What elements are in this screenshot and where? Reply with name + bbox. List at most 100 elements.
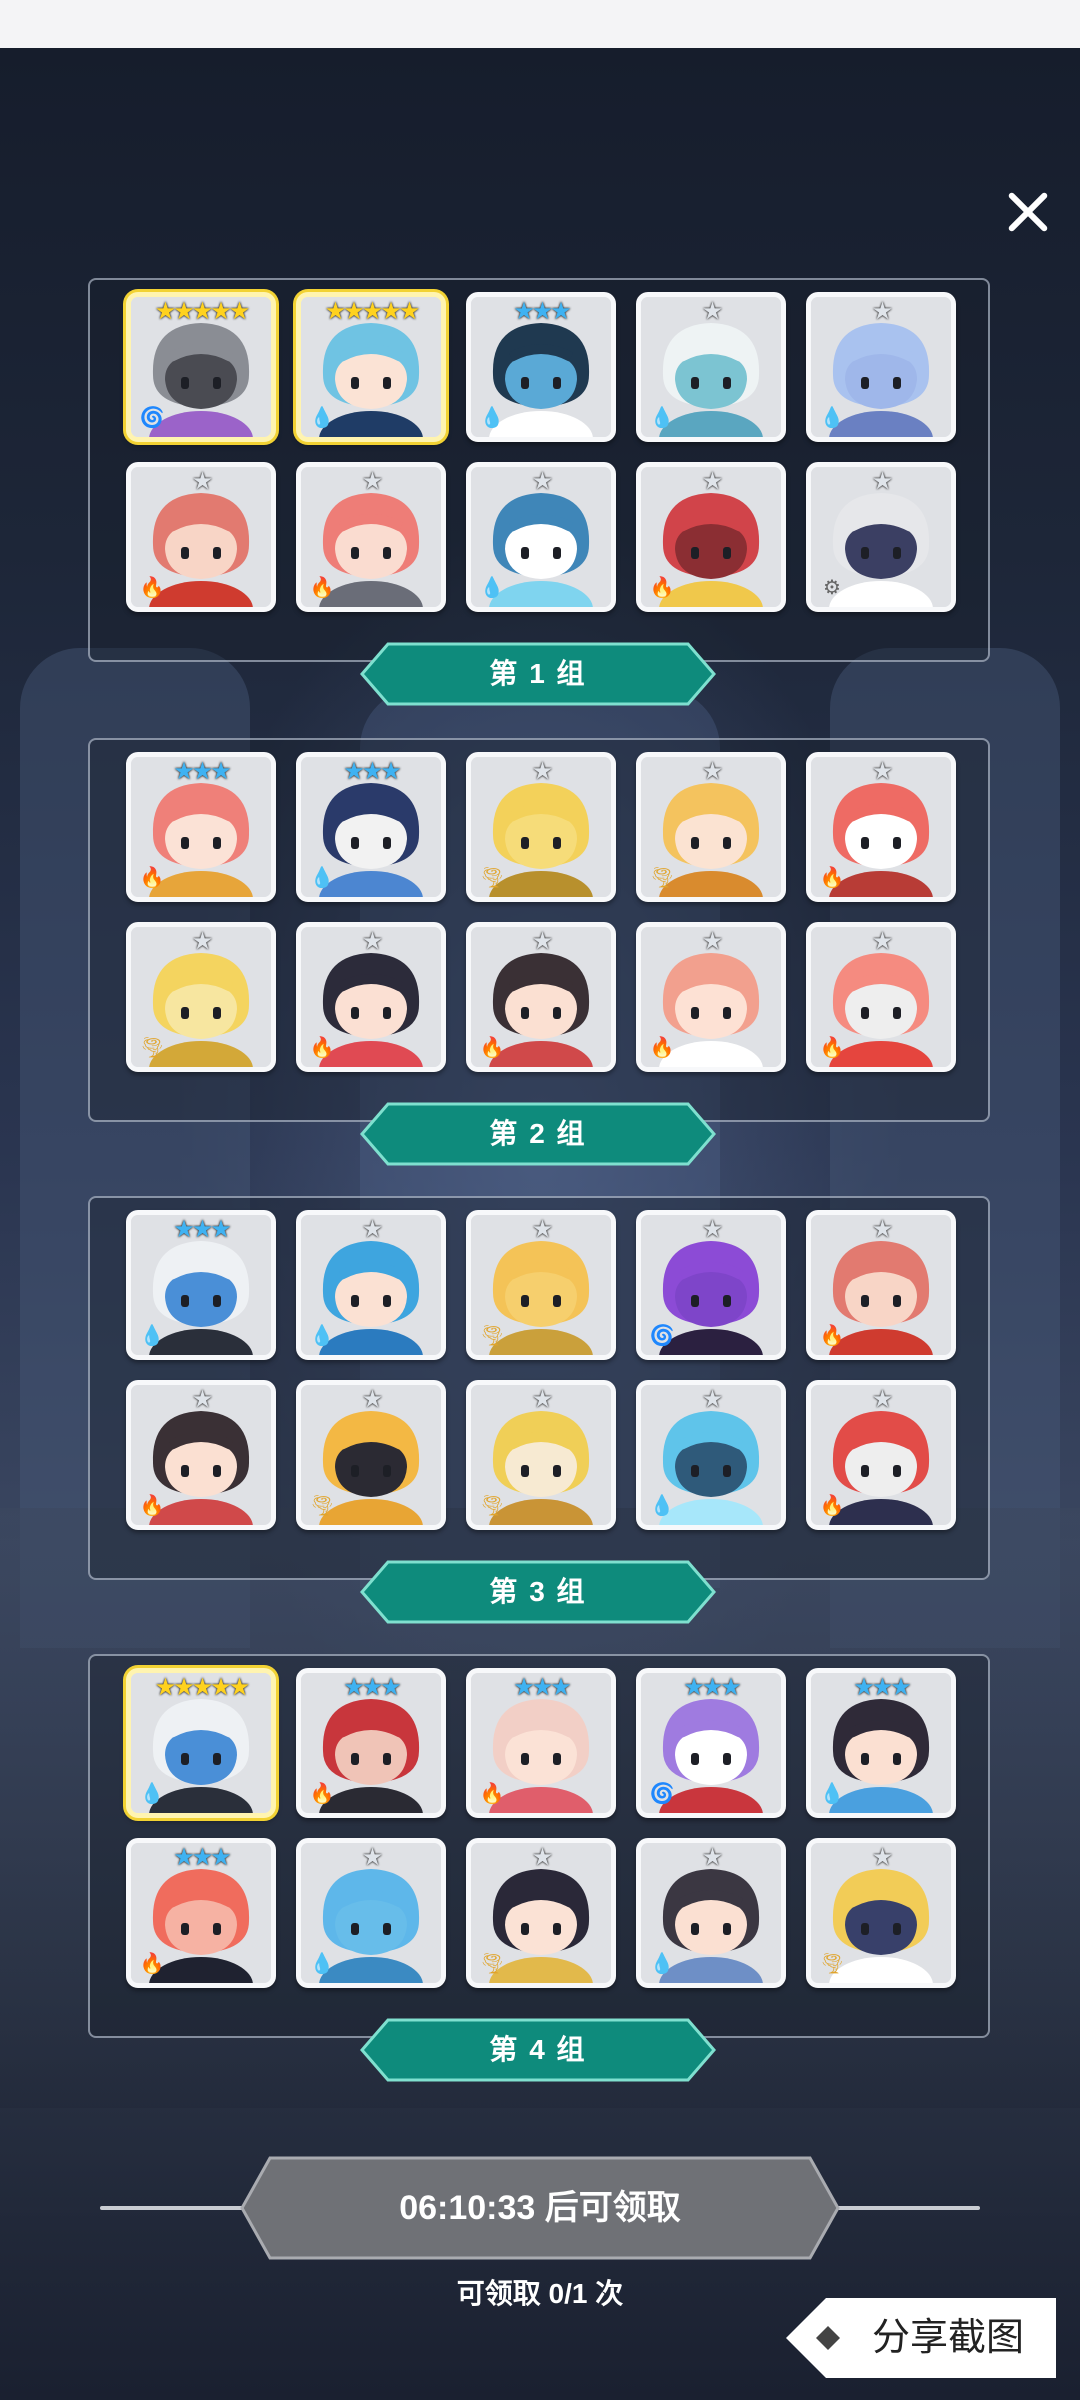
hero-card[interactable]: ★★★ 🔥 <box>126 1838 276 1988</box>
star-rating: ★ <box>701 928 724 955</box>
hero-card[interactable]: ★ 🌪 <box>806 1838 956 1988</box>
hero-group-2: ★★★ 🔥 ★★★ 💧 ★ 🌪 ★ 🌪 ★ 🔥 ★ 🌪 ★ 🔥 ★ 🔥 ★ 🔥 ★ 🔥 <box>88 738 990 1122</box>
star-rating: ★★★ <box>343 758 402 785</box>
group-label-button[interactable]: 第 1 组 <box>360 642 716 706</box>
claim-timer-button[interactable]: 06:10:33 后可领取 <box>240 2156 840 2260</box>
fire-element-icon: 🔥 <box>649 577 675 599</box>
fire-element-icon: 🔥 <box>479 1037 505 1059</box>
hero-card[interactable]: ★ 🌪 <box>466 1838 616 1988</box>
water-element-icon: 💧 <box>309 1953 335 1975</box>
star-rating: ★★★★★ <box>154 1674 251 1701</box>
star-rating: ★ <box>531 1386 554 1413</box>
star-rating: ★★★ <box>173 1844 232 1871</box>
hero-grid: ★★★ 💧 ★ 💧 ★ 🌪 ★ 🌀 ★ 🔥 ★ 🔥 ★ 🌪 ★ 🌪 ★ 💧 ★ 🔥 <box>126 1210 958 1530</box>
star-rating: ★ <box>531 1844 554 1871</box>
hero-card[interactable]: ★★★★★ 🌀 <box>126 292 276 442</box>
hero-card[interactable]: ★ 🔥 <box>296 462 446 612</box>
hero-card[interactable]: ★ 🔥 <box>806 1380 956 1530</box>
water-element-icon: 💧 <box>649 1953 675 1975</box>
hero-card[interactable]: ★★★ 🔥 <box>296 1668 446 1818</box>
star-rating: ★ <box>701 1386 724 1413</box>
hero-card[interactable]: ★ 💧 <box>296 1838 446 1988</box>
hero-card[interactable]: ★ 🔥 <box>296 922 446 1072</box>
water-element-icon: 💧 <box>139 1783 165 1805</box>
star-rating: ★ <box>191 1386 214 1413</box>
dark-element-icon: 🌀 <box>649 1783 675 1805</box>
group-label-text: 第 1 组 <box>489 658 587 689</box>
group-label-text: 第 3 组 <box>489 1576 587 1607</box>
close-icon[interactable] <box>998 182 1058 242</box>
fire-element-icon: 🔥 <box>309 1037 335 1059</box>
water-element-icon: 💧 <box>309 867 335 889</box>
hero-card[interactable]: ★ 🔥 <box>126 1380 276 1530</box>
wind-element-icon: 🌪 <box>479 867 505 889</box>
group-label-text: 第 2 组 <box>489 1118 587 1149</box>
hero-card[interactable]: ★ 💧 <box>636 292 786 442</box>
hero-grid: ★★★ 🔥 ★★★ 💧 ★ 🌪 ★ 🌪 ★ 🔥 ★ 🌪 ★ 🔥 ★ 🔥 ★ 🔥 ★ 🔥 <box>126 752 958 1072</box>
star-rating: ★★★ <box>853 1674 912 1701</box>
fire-element-icon: 🔥 <box>479 1783 505 1805</box>
water-element-icon: 💧 <box>479 407 505 429</box>
light-element-icon: ⚙ <box>823 577 841 599</box>
hero-card[interactable]: ★ 💧 <box>636 1838 786 1988</box>
hero-card[interactable]: ★ 🌪 <box>296 1380 446 1530</box>
wind-element-icon: 🌪 <box>479 1953 505 1975</box>
hero-card[interactable]: ★ 🌪 <box>126 922 276 1072</box>
hero-card[interactable]: ★★★★★ 💧 <box>126 1668 276 1818</box>
group-label-button[interactable]: 第 3 组 <box>360 1560 716 1624</box>
group-label-button[interactable]: 第 2 组 <box>360 1102 716 1166</box>
hero-card[interactable]: ★ 🌪 <box>636 752 786 902</box>
hero-card[interactable]: ★ 🔥 <box>806 922 956 1072</box>
hero-card[interactable]: ★★★ 💧 <box>466 292 616 442</box>
hero-card[interactable]: ★★★ 🔥 <box>466 1668 616 1818</box>
star-rating: ★ <box>361 1844 384 1871</box>
hero-card[interactable]: ★ 💧 <box>636 1380 786 1530</box>
hero-card[interactable]: ★ 🔥 <box>806 1210 956 1360</box>
water-element-icon: 💧 <box>819 407 845 429</box>
share-screenshot-button[interactable]: 分享截图 <box>786 2298 1056 2378</box>
hero-card[interactable]: ★★★ 💧 <box>296 752 446 902</box>
water-element-icon: 💧 <box>649 407 675 429</box>
hero-card[interactable]: ★★★ 💧 <box>806 1668 956 1818</box>
fire-element-icon: 🔥 <box>139 1953 165 1975</box>
star-rating: ★ <box>531 468 554 495</box>
hero-card[interactable]: ★ 🔥 <box>466 922 616 1072</box>
hero-card[interactable]: ★ 🔥 <box>806 752 956 902</box>
fire-element-icon: 🔥 <box>819 867 845 889</box>
fire-element-icon: 🔥 <box>649 1037 675 1059</box>
hero-card[interactable]: ★★★★★ 💧 <box>296 292 446 442</box>
star-rating: ★★★★★ <box>324 298 421 325</box>
star-rating: ★ <box>871 928 894 955</box>
hero-card[interactable]: ★ 💧 <box>806 292 956 442</box>
star-rating: ★★★★★ <box>154 298 251 325</box>
water-element-icon: 💧 <box>479 577 505 599</box>
hero-card[interactable]: ★★★ 💧 <box>126 1210 276 1360</box>
group-label-button[interactable]: 第 4 组 <box>360 2018 716 2082</box>
star-rating: ★ <box>701 468 724 495</box>
hero-group-4: ★★★★★ 💧 ★★★ 🔥 ★★★ 🔥 ★★★ 🌀 ★★★ 💧 ★★★ 🔥 ★ 💧 ★ 🌪 ★ 💧 ★ 🌪 <box>88 1654 990 2038</box>
water-element-icon: 💧 <box>139 1325 165 1347</box>
hero-card[interactable]: ★ 🌪 <box>466 1380 616 1530</box>
fire-element-icon: 🔥 <box>819 1037 845 1059</box>
fire-element-icon: 🔥 <box>819 1495 845 1517</box>
hero-card[interactable]: ★ 🔥 <box>636 462 786 612</box>
star-rating: ★ <box>361 468 384 495</box>
star-rating: ★ <box>871 468 894 495</box>
hero-card[interactable]: ★ 🔥 <box>636 922 786 1072</box>
hero-card[interactable]: ★ 🌪 <box>466 1210 616 1360</box>
hero-card[interactable]: ★★★ 🌀 <box>636 1668 786 1818</box>
star-rating: ★ <box>871 1844 894 1871</box>
fire-element-icon: 🔥 <box>309 577 335 599</box>
hero-group-1: ★★★★★ 🌀 ★★★★★ 💧 ★★★ 💧 ★ 💧 ★ 💧 ★ 🔥 ★ 🔥 ★ 💧 ★ 🔥 ★ ⚙ <box>88 278 990 662</box>
fire-element-icon: 🔥 <box>139 1495 165 1517</box>
hero-card[interactable]: ★ 💧 <box>296 1210 446 1360</box>
hero-card[interactable]: ★ 🌪 <box>466 752 616 902</box>
hero-card[interactable]: ★ 💧 <box>466 462 616 612</box>
star-rating: ★ <box>191 928 214 955</box>
hero-card[interactable]: ★ 🔥 <box>126 462 276 612</box>
hero-card[interactable]: ★ 🌀 <box>636 1210 786 1360</box>
hero-grid: ★★★★★ 💧 ★★★ 🔥 ★★★ 🔥 ★★★ 🌀 ★★★ 💧 ★★★ 🔥 ★ 💧 ★ 🌪 ★ 💧 ★ 🌪 <box>126 1668 958 1988</box>
hero-card[interactable]: ★ ⚙ <box>806 462 956 612</box>
hero-card[interactable]: ★★★ 🔥 <box>126 752 276 902</box>
star-rating: ★★★ <box>173 758 232 785</box>
